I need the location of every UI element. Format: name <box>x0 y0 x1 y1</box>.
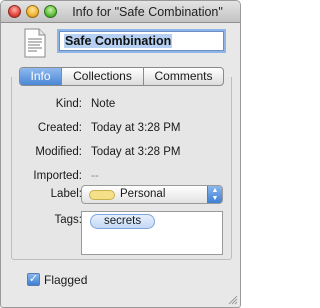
imported-value: -- <box>91 170 99 182</box>
name-field[interactable]: Safe Combination <box>59 31 224 51</box>
tags-label: Tags: <box>54 214 83 226</box>
modified-label: Modified: <box>35 146 82 158</box>
modified-value: Today at 3:28 PM <box>91 146 181 158</box>
info-panel: Kind: Note Created: Today at 3:28 PM Mod… <box>11 77 232 260</box>
tag-token[interactable]: secrets <box>90 214 156 229</box>
checkmark-icon: ✓ <box>28 273 39 285</box>
flagged-label: Flagged <box>44 273 88 287</box>
info-window: Info for "Safe Combination" Safe Combina… <box>0 0 241 308</box>
tab-bar: Info Collections Comments <box>19 67 224 86</box>
label-popup-value: Personal <box>120 188 166 200</box>
minimize-button[interactable] <box>26 5 39 18</box>
imported-label: Imported: <box>33 170 82 182</box>
label-popup[interactable]: Personal ▲ ▼ <box>81 185 223 204</box>
label-label: Label: <box>50 188 82 200</box>
created-label: Created: <box>37 122 82 134</box>
kind-value: Note <box>91 98 116 110</box>
tab-comments[interactable]: Comments <box>144 68 223 85</box>
tab-info[interactable]: Info <box>20 68 62 85</box>
up-down-arrows-icon: ▲ ▼ <box>207 186 222 203</box>
close-button[interactable] <box>8 5 21 18</box>
name-field-text: Safe Combination <box>64 34 173 48</box>
created-value: Today at 3:28 PM <box>91 122 181 134</box>
flagged-checkbox[interactable]: ✓ <box>27 273 40 286</box>
tags-field[interactable]: secrets <box>81 211 223 255</box>
window-title: Info for "Safe Combination" <box>72 5 223 19</box>
kind-label: Kind: <box>55 98 82 110</box>
note-document-icon <box>24 28 46 58</box>
zoom-button[interactable] <box>44 5 57 18</box>
resize-grip-icon[interactable] <box>228 295 238 305</box>
label-color-swatch <box>89 190 115 200</box>
tab-collections[interactable]: Collections <box>62 68 144 85</box>
title-bar[interactable]: Info for "Safe Combination" <box>1 1 240 23</box>
